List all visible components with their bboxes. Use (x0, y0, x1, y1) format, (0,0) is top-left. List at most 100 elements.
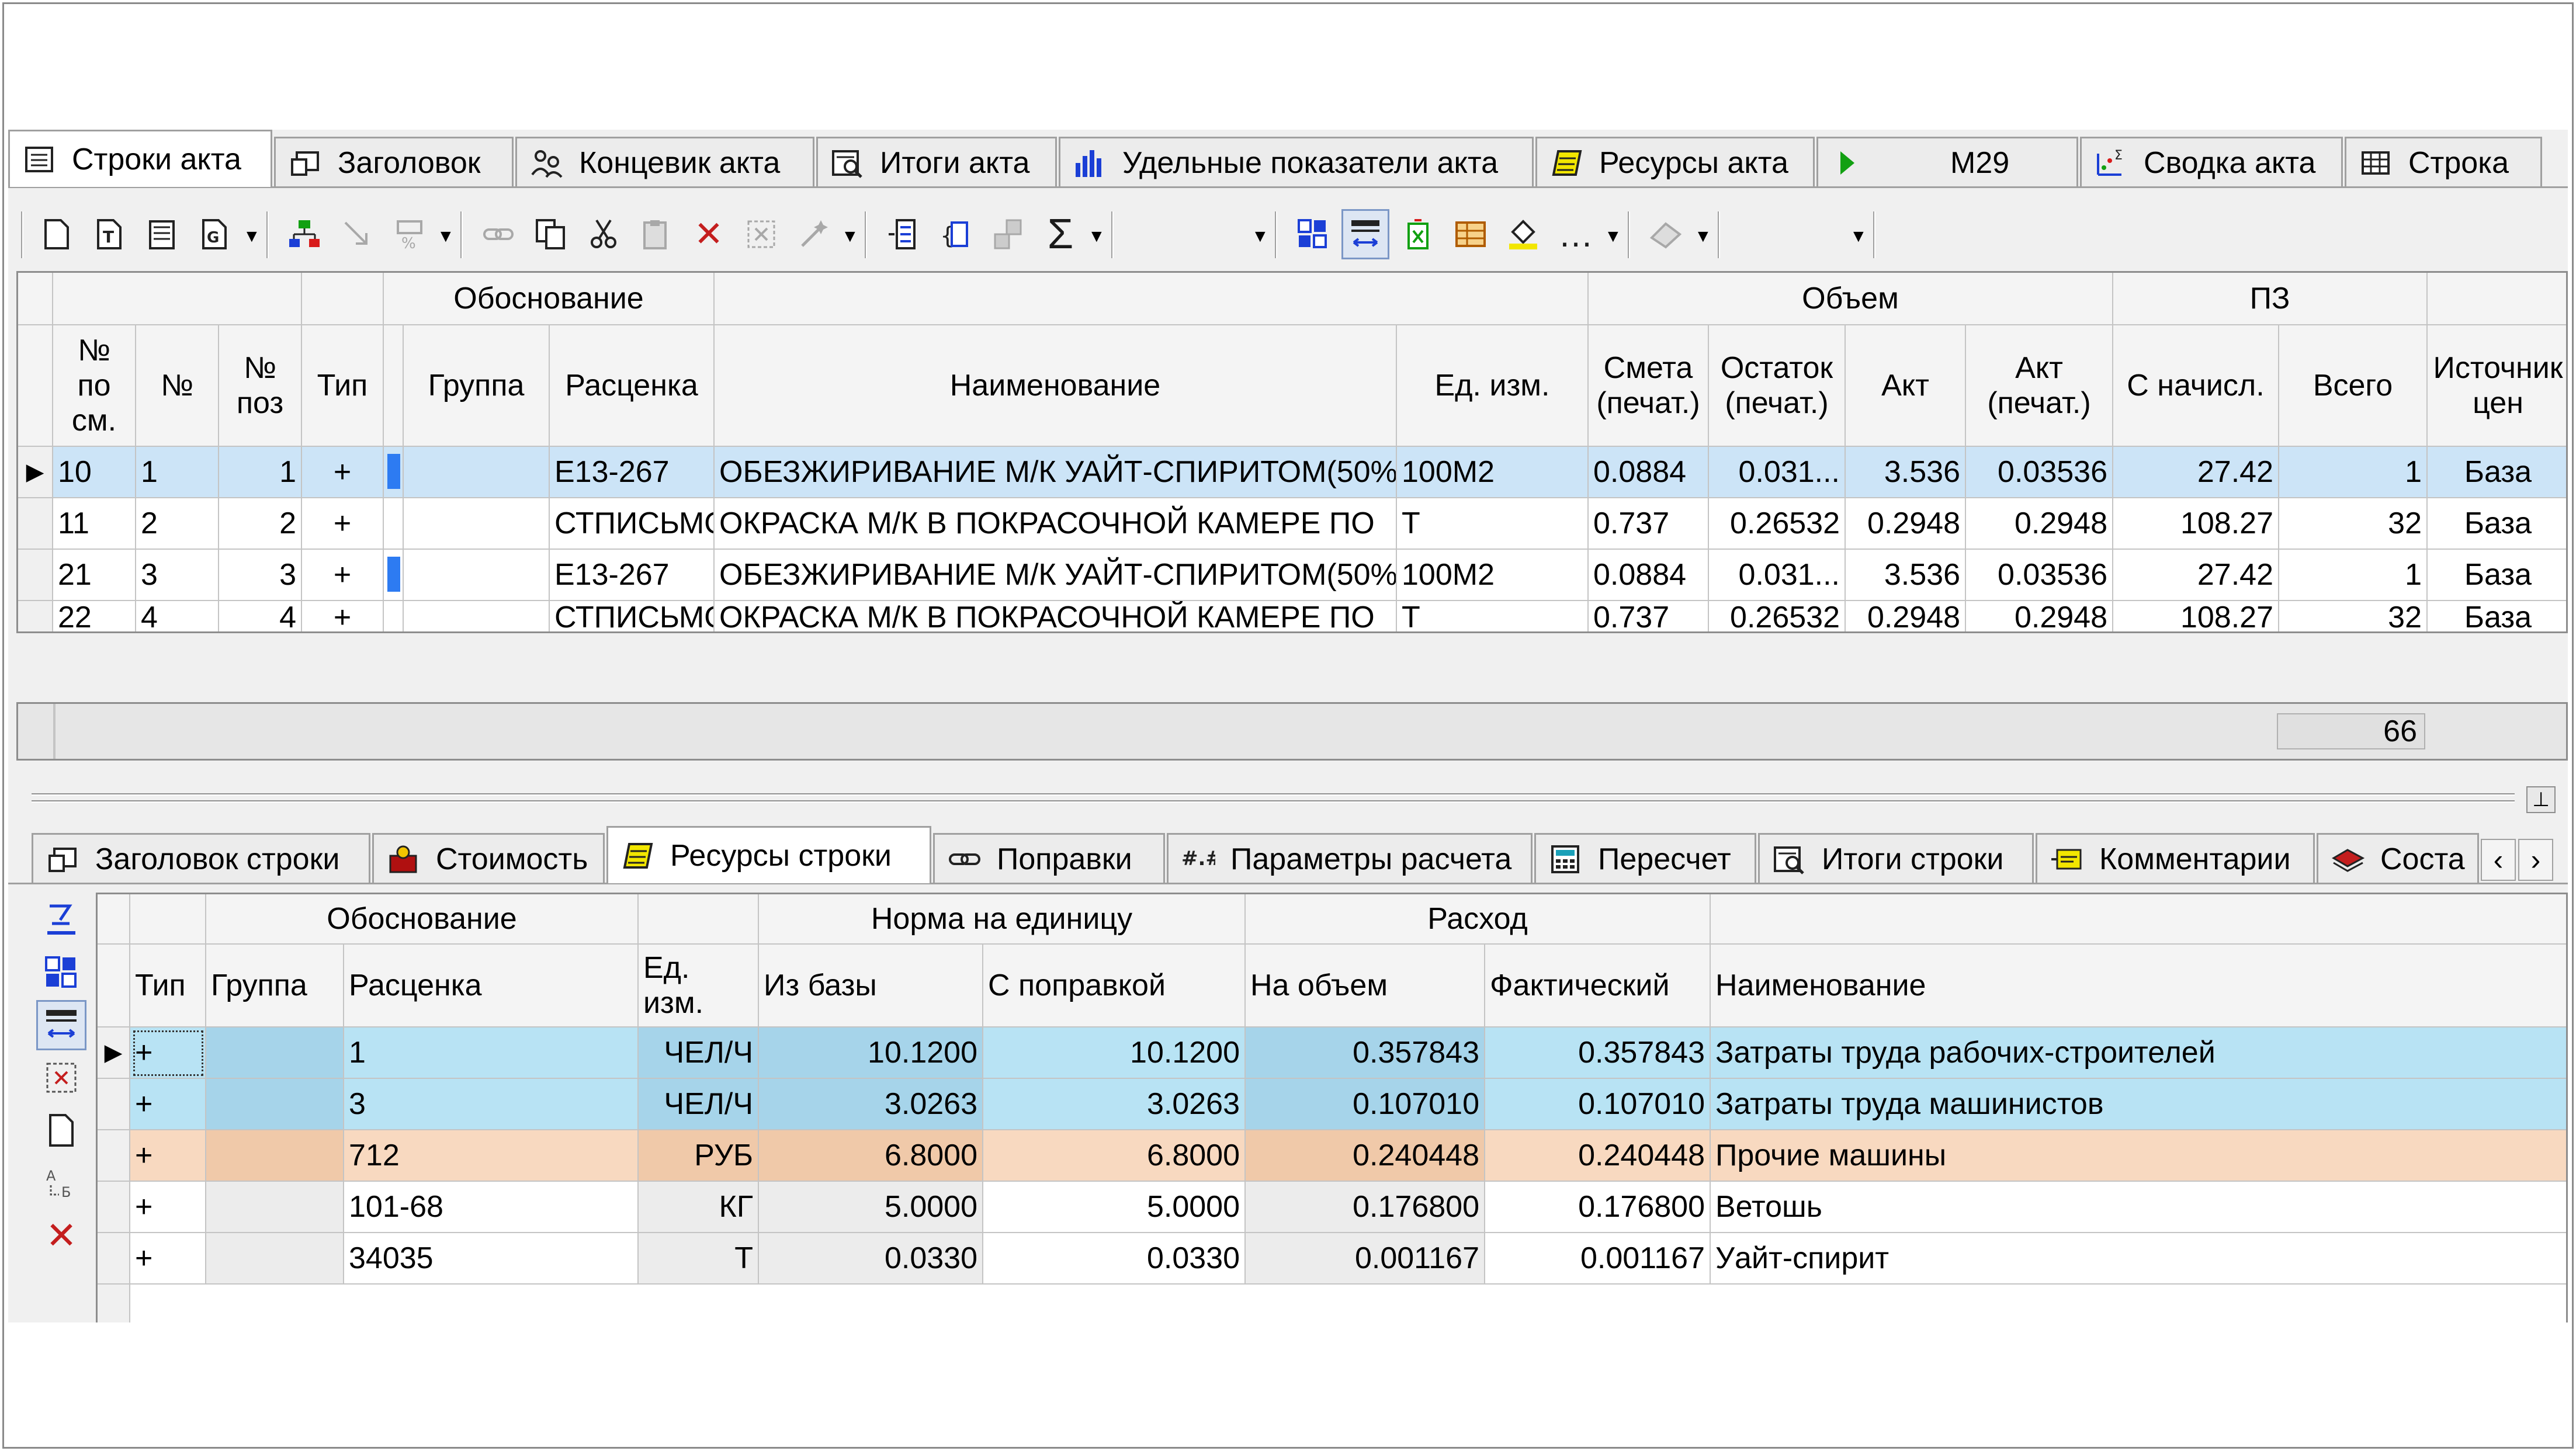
cell-actual[interactable]: 0.357843 (1485, 1027, 1711, 1079)
delete-button[interactable]: ✕ (685, 209, 733, 259)
cell-rate[interactable]: 3 (344, 1079, 639, 1130)
cell-akt[interactable]: 0.2948 (1846, 498, 1966, 550)
tab-sostav[interactable]: Соста (2317, 833, 2479, 883)
sum-button[interactable]: Σ (1036, 209, 1084, 259)
cell-s-nachisl[interactable]: 27.42 (2113, 447, 2279, 498)
cell-per-volume[interactable]: 0.001167 (1246, 1233, 1485, 1285)
cell-actual[interactable]: 0.240448 (1485, 1130, 1711, 1182)
cell-from-base[interactable]: 5.0000 (759, 1182, 983, 1233)
row-indicator[interactable] (98, 1233, 130, 1285)
tab-stroki-akta[interactable]: Строки акта (8, 130, 272, 187)
cell-with-correction[interactable]: 6.8000 (983, 1130, 1246, 1182)
clear-button[interactable] (737, 209, 785, 259)
cell-akt-print[interactable]: 0.2948 (1966, 498, 2113, 550)
cell-unit[interactable]: ЧЕЛ/Ч (639, 1027, 759, 1079)
row-indicator[interactable] (98, 1130, 130, 1182)
link-button[interactable] (474, 209, 522, 259)
col-header-smeta[interactable]: Смета (печат.) (1589, 325, 1709, 447)
cell-akt-print[interactable]: 0.2948 (1966, 601, 2113, 631)
cell-source[interactable]: База (2428, 601, 2566, 631)
chevron-down-icon[interactable]: ▼ (243, 227, 261, 247)
cell-smeta[interactable]: 0.0884 (1589, 447, 1709, 498)
chevron-down-icon[interactable]: ▼ (1604, 227, 1622, 247)
tab-udelnye-pokazateli[interactable]: Удельные показатели акта (1059, 137, 1534, 187)
cell-from-base[interactable]: 3.0263 (759, 1079, 983, 1130)
cell-pos-sm[interactable]: 21 (53, 550, 136, 601)
cell-unit[interactable]: КГ (639, 1182, 759, 1233)
cell-from-base[interactable]: 0.0330 (759, 1233, 983, 1285)
cell-name[interactable]: ОБЕЗЖИРИВАНИЕ М/К УАЙТ-СПИРИТОМ(50% (715, 550, 1397, 601)
tab-stoimost[interactable]: Стоимость (372, 833, 605, 883)
tab-pereschet[interactable]: Пересчет (1534, 833, 1756, 883)
row-indicator[interactable]: ▶ (18, 447, 53, 498)
column-width-button[interactable] (1341, 209, 1389, 259)
cell-rate[interactable]: Е13-267 (550, 447, 715, 498)
cell-smeta[interactable]: 0.0884 (1589, 550, 1709, 601)
cell-akt-print[interactable]: 0.03536 (1966, 447, 2113, 498)
cell-type[interactable]: + (130, 1079, 206, 1130)
cell-name[interactable]: ОБЕЗЖИРИВАНИЕ М/К УАЙТ-СПИРИТОМ(50% (715, 447, 1397, 498)
cell-source[interactable]: База (2428, 550, 2566, 601)
copy-button[interactable] (527, 209, 575, 259)
splitter-line[interactable] (32, 793, 2515, 796)
magic-wand-button[interactable] (790, 209, 838, 259)
cell-per-volume[interactable]: 0.357843 (1246, 1027, 1485, 1079)
cell-unit[interactable]: 100М2 (1397, 550, 1589, 601)
row-indicator[interactable] (18, 550, 53, 601)
cell-name[interactable]: ОКРАСКА М/К В ПОКРАСОЧНОЙ КАМЕРЕ ПО (715, 498, 1397, 550)
col-header-name[interactable]: Наименование (715, 325, 1397, 447)
cell-unit[interactable]: Т (1397, 498, 1589, 550)
braces-button[interactable]: { (931, 209, 979, 259)
col-header-with-correction[interactable]: С поправкой (983, 945, 1246, 1027)
cell-group[interactable] (206, 1027, 344, 1079)
view-grid-button[interactable] (36, 947, 86, 998)
col-header-ostatok[interactable]: Остаток (печат.) (1709, 325, 1846, 447)
cell-name[interactable]: Уайт-спирит (1711, 1233, 2566, 1285)
cell-vsego[interactable]: 32 (2279, 601, 2428, 631)
cell-name[interactable]: Прочие машины (1711, 1130, 2566, 1182)
clear-resources-button[interactable] (36, 1053, 86, 1103)
tab-zagolovok[interactable]: Заголовок (274, 137, 514, 187)
cell-type[interactable]: + (302, 498, 384, 550)
replace-button[interactable]: AБ (36, 1158, 86, 1208)
cell-akt-print[interactable]: 0.03536 (1966, 550, 2113, 601)
arrow-down-right-button[interactable] (333, 209, 381, 259)
tab-resursy-akta[interactable]: Ресурсы акта (1535, 137, 1815, 187)
chevron-down-icon[interactable]: ▼ (437, 227, 455, 247)
col-header-from-base[interactable]: Из базы (759, 945, 983, 1027)
cell-type[interactable]: + (130, 1130, 206, 1182)
cell-ostatok[interactable]: 0.031... (1709, 550, 1846, 601)
notebook-button[interactable] (138, 209, 186, 259)
col-header-unit[interactable]: Ед. изм. (639, 945, 759, 1027)
cell-with-correction[interactable]: 5.0000 (983, 1182, 1246, 1233)
cell-vsego[interactable]: 32 (2279, 498, 2428, 550)
cell-num[interactable]: 1 (136, 447, 219, 498)
cell-name[interactable]: Ветошь (1711, 1182, 2566, 1233)
cell-type[interactable]: + (302, 550, 384, 601)
row-indicator[interactable] (98, 1182, 130, 1233)
cell-ostatok[interactable]: 0.031... (1709, 447, 1846, 498)
tab-zagolovok-stroki[interactable]: Заголовок строки (32, 833, 370, 883)
cell-source[interactable]: База (2428, 447, 2566, 498)
cell-pos-sm[interactable]: 22 (53, 601, 136, 631)
excel-export-button[interactable] (1394, 209, 1442, 259)
table-color-button[interactable] (1447, 209, 1495, 259)
cell-type[interactable]: + (130, 1027, 206, 1079)
column-width-button[interactable] (36, 1000, 86, 1050)
tab-kommentarii[interactable]: Комментарии (2036, 833, 2315, 883)
col-header-actual[interactable]: Фактический (1485, 945, 1711, 1027)
tab-scroll-right-button[interactable]: › (2518, 839, 2553, 881)
cell-num[interactable]: 2 (136, 498, 219, 550)
cell-per-volume[interactable]: 0.176800 (1246, 1182, 1485, 1233)
cell-rate[interactable]: СТПИСЬМО (550, 601, 715, 631)
copy-document-button[interactable]: G (190, 209, 238, 259)
cell-actual[interactable]: 0.176800 (1485, 1182, 1711, 1233)
cell-ostatok[interactable]: 0.26532 (1709, 601, 1846, 631)
cell-group[interactable] (206, 1233, 344, 1285)
cell-s-nachisl[interactable]: 108.27 (2113, 498, 2279, 550)
cell-with-correction[interactable]: 10.1200 (983, 1027, 1246, 1079)
paste-button[interactable] (632, 209, 680, 259)
cell-unit[interactable]: ЧЕЛ/Ч (639, 1079, 759, 1130)
cell-group[interactable] (404, 498, 550, 550)
row-indicator[interactable] (98, 1079, 130, 1130)
